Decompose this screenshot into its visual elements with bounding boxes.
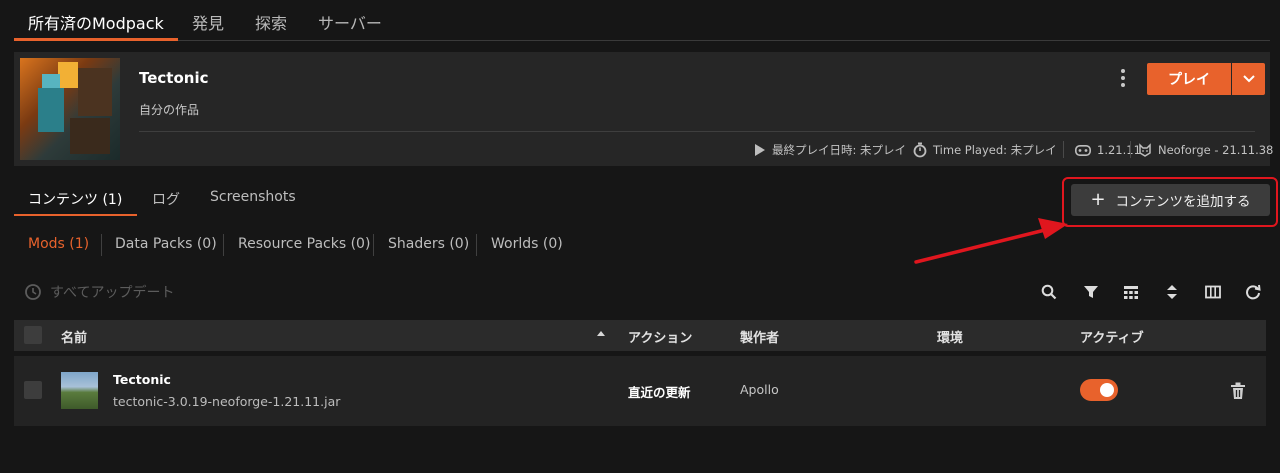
row-checkbox[interactable] (24, 381, 42, 399)
update-all-button[interactable]: すべてアップデート (24, 283, 174, 301)
play-button[interactable]: プレイ (1147, 63, 1231, 95)
tab-logs[interactable]: ログ (152, 189, 180, 209)
loader-info: Neoforge - 21.11.38 (1138, 141, 1273, 159)
play-icon (755, 144, 765, 156)
update-clock-icon (25, 284, 41, 300)
trash-icon[interactable] (1230, 382, 1246, 400)
column-environment[interactable]: 環境 (937, 327, 963, 346)
add-content-label: コンテンツを追加する (1115, 194, 1251, 210)
column-author[interactable]: 製作者 (740, 327, 779, 346)
time-played-info: Time Played: 未プレイ (913, 141, 1057, 159)
more-vertical-icon[interactable] (1115, 66, 1131, 90)
time-played-text: Time Played: 未プレイ (933, 143, 1057, 157)
columns-icon[interactable] (1203, 282, 1223, 302)
tab-explore[interactable]: 探索 (255, 10, 287, 34)
filter-separator (476, 234, 477, 256)
chevron-down-icon (1242, 75, 1255, 83)
filter-icon[interactable] (1081, 282, 1101, 302)
last-played-info: 最終プレイ日時: 未プレイ (754, 141, 906, 159)
filter-data-packs[interactable]: Data Packs (0) (115, 236, 217, 252)
stopwatch-icon (913, 142, 927, 158)
sort-ascending-icon[interactable] (597, 331, 605, 336)
update-all-label: すべてアップデート (50, 285, 175, 301)
filter-separator (373, 234, 374, 256)
filter-resource-packs[interactable]: Resource Packs (0) (238, 236, 370, 252)
modpack-subtitle: 自分の作品 (139, 103, 200, 117)
last-played-text: 最終プレイ日時: 未プレイ (772, 143, 907, 157)
search-icon[interactable] (1039, 282, 1059, 302)
grid-icon[interactable] (1121, 282, 1141, 302)
tab-screenshots[interactable]: Screenshots (210, 189, 296, 205)
mod-author: Apollo (740, 382, 779, 397)
tab-contents[interactable]: コンテンツ (1) (28, 189, 122, 209)
mod-icon (61, 372, 98, 409)
filter-separator (223, 234, 224, 256)
mod-name[interactable]: Tectonic (113, 372, 171, 387)
sort-icon[interactable] (1162, 282, 1182, 302)
top-nav: 所有済のModpack 発見 探索 サーバー (14, 0, 1270, 41)
refresh-icon[interactable] (1243, 282, 1263, 302)
mod-action[interactable]: 直近の更新 (628, 382, 691, 401)
filter-worlds[interactable]: Worlds (0) (491, 236, 563, 252)
tab-servers[interactable]: サーバー (318, 10, 382, 34)
game-version-info: 1.21.11 (1075, 141, 1141, 159)
active-tab-indicator (14, 214, 137, 216)
plus-icon: + (1090, 189, 1106, 210)
gamepad-icon (1075, 144, 1091, 156)
column-action[interactable]: アクション (628, 327, 692, 346)
annotation-arrow (914, 218, 1068, 264)
active-toggle[interactable] (1080, 379, 1118, 401)
loader-text: Neoforge - 21.11.38 (1158, 143, 1274, 157)
filter-separator (101, 234, 102, 256)
meta-separator (1130, 141, 1131, 158)
filter-mods[interactable]: Mods (1) (28, 236, 89, 252)
tab-owned-modpacks[interactable]: 所有済のModpack (28, 10, 164, 34)
play-dropdown-button[interactable] (1232, 63, 1265, 95)
column-active[interactable]: アクティブ (1080, 327, 1144, 346)
tab-discover[interactable]: 発見 (192, 10, 224, 34)
modpack-title: Tectonic (139, 69, 209, 87)
filter-shaders[interactable]: Shaders (0) (388, 236, 469, 252)
game-version-text: 1.21.11 (1097, 143, 1141, 157)
column-name[interactable]: 名前 (61, 327, 87, 346)
add-content-button[interactable]: + コンテンツを追加する (1071, 184, 1270, 216)
neoforge-icon (1139, 143, 1151, 157)
card-divider (139, 131, 1255, 132)
meta-separator (1063, 141, 1064, 158)
select-all-checkbox[interactable] (24, 326, 42, 344)
active-tab-indicator (14, 38, 178, 41)
modpack-thumbnail (20, 58, 120, 160)
mod-filename: tectonic-3.0.19-neoforge-1.21.11.jar (113, 394, 341, 409)
